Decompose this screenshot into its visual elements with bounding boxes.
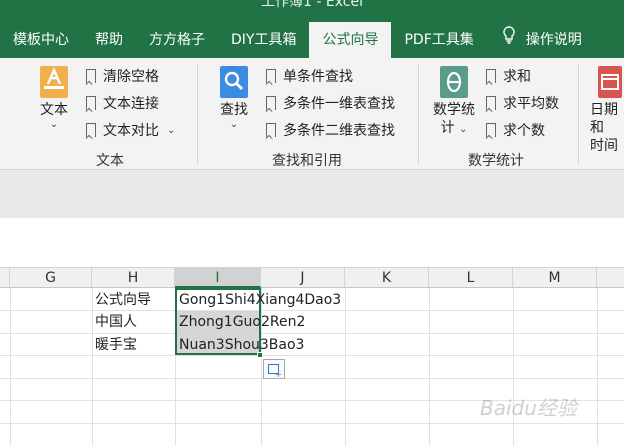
column-header-partial[interactable] xyxy=(597,268,624,288)
chevron-down-icon: ⌄ xyxy=(229,119,239,130)
cell-i-row3[interactable]: Nuan3Shou3Bao3 xyxy=(179,334,304,356)
chevron-down-icon: ⌄ xyxy=(167,124,176,136)
tab-fangfang-gezi[interactable]: 方方格子 xyxy=(136,22,218,58)
lookup-menu-button[interactable]: 查找 ⌄ xyxy=(216,66,252,131)
lookup-button-label: 查找 xyxy=(220,102,248,118)
math-stats-label-line2: 计 xyxy=(440,120,455,136)
theta-icon xyxy=(440,66,468,98)
quick-analysis-icon[interactable] xyxy=(263,359,285,380)
multi-condition-1d-lookup-button[interactable]: 多条件一维表查找 xyxy=(266,93,395,113)
column-header-l[interactable]: L xyxy=(429,268,513,288)
math-stats-menu-button[interactable]: 数学统 计 ⌄ xyxy=(428,66,480,137)
lightbulb-icon xyxy=(500,22,518,58)
bookmark-icon xyxy=(486,123,496,137)
column-header-g[interactable]: G xyxy=(10,268,92,288)
date-time-label-line2: 时间 xyxy=(590,138,618,154)
title-bar: 工作簿1 - Excel 模板中心 帮助 方方格子 DIY工具箱 公式向导 PD… xyxy=(0,0,624,58)
date-time-menu-button[interactable]: 日期和 时间 xyxy=(590,66,624,155)
tab-tell-me[interactable]: 操作说明 xyxy=(487,22,595,58)
row-gridline xyxy=(0,378,624,379)
column-gridline xyxy=(10,288,11,446)
row-gridline xyxy=(0,355,624,356)
column-gridline xyxy=(345,288,346,446)
math-group-label: 数学统计 xyxy=(468,153,524,169)
average-label: 求平均数 xyxy=(503,96,559,112)
column-gridline xyxy=(597,288,598,446)
average-button[interactable]: 求平均数 xyxy=(486,93,559,113)
bookmark-icon xyxy=(86,69,96,83)
count-label: 求个数 xyxy=(503,123,545,139)
tab-diy-toolbox[interactable]: DIY工具箱 xyxy=(218,22,309,58)
lookup-group-label: 查找和引用 xyxy=(272,153,342,169)
text-compare-button[interactable]: 文本对比 ⌄ xyxy=(86,120,175,140)
text-button-label: 文本 xyxy=(40,102,68,118)
column-header-i[interactable]: I xyxy=(175,268,261,288)
cell-i-row2[interactable]: Zhong1Guo2Ren2 xyxy=(179,311,305,333)
bookmark-icon xyxy=(86,123,96,137)
trim-spaces-label: 清除空格 xyxy=(103,69,159,85)
column-header-m[interactable]: M xyxy=(513,268,597,288)
column-gridline xyxy=(429,288,430,446)
trim-spaces-button[interactable]: 清除空格 xyxy=(86,66,159,86)
text-menu-button[interactable]: 文本 ⌄ xyxy=(36,66,72,131)
row-gridline xyxy=(0,333,624,334)
bookmark-icon xyxy=(266,96,276,110)
column-header-j[interactable]: J xyxy=(261,268,345,288)
calendar-icon xyxy=(598,66,622,98)
column-header-h[interactable]: H xyxy=(92,268,175,288)
bookmark-icon xyxy=(266,69,276,83)
tab-formula-wizard[interactable]: 公式向导 xyxy=(309,22,392,58)
column-gridline xyxy=(513,288,514,446)
tab-pdf-tools[interactable]: PDF工具集 xyxy=(391,22,486,58)
chevron-down-icon: ⌄ xyxy=(49,119,59,130)
bookmark-icon xyxy=(486,69,496,83)
text-compare-label: 文本对比 xyxy=(103,123,159,139)
group-divider xyxy=(197,64,198,164)
multi-condition-2d-lookup-button[interactable]: 多条件二维表查找 xyxy=(266,120,395,140)
group-divider xyxy=(418,64,419,164)
text-group-label: 文本 xyxy=(96,153,124,169)
window-title: 工作簿1 - Excel xyxy=(261,0,363,10)
search-icon xyxy=(220,66,248,98)
chevron-down-icon: ⌄ xyxy=(459,124,468,135)
sum-label: 求和 xyxy=(503,69,531,85)
single-condition-lookup-label: 单条件查找 xyxy=(283,69,353,85)
bookmark-icon xyxy=(486,96,496,110)
column-header-k[interactable]: K xyxy=(345,268,429,288)
bookmark-icon xyxy=(266,123,276,137)
bookmark-icon xyxy=(86,96,96,110)
sheet-top-area xyxy=(0,218,624,268)
multi-condition-1d-lookup-label: 多条件一维表查找 xyxy=(283,96,395,112)
sum-button[interactable]: 求和 xyxy=(486,66,531,86)
column-gridline xyxy=(92,288,93,446)
date-time-label-line1: 日期和 xyxy=(590,102,618,136)
math-stats-label-line1: 数学统 xyxy=(433,102,475,118)
cell-h-row1[interactable]: 公式向导 xyxy=(95,289,151,311)
ribbon-tabs: 模板中心 帮助 方方格子 DIY工具箱 公式向导 PDF工具集 操作说明 xyxy=(0,22,595,58)
text-concat-button[interactable]: 文本连接 xyxy=(86,93,159,113)
cell-h-row2[interactable]: 中国人 xyxy=(95,311,137,333)
cell-i-row1[interactable]: Gong1Shi4Xiang4Dao3 xyxy=(179,289,341,311)
text-icon xyxy=(40,66,68,98)
cell-h-row3[interactable]: 暖手宝 xyxy=(95,334,137,356)
row-gridline xyxy=(0,423,624,424)
single-condition-lookup-button[interactable]: 单条件查找 xyxy=(266,66,353,86)
tab-help[interactable]: 帮助 xyxy=(82,22,136,58)
group-divider xyxy=(578,64,579,164)
watermark: Baidu经验 xyxy=(480,396,577,420)
text-concat-label: 文本连接 xyxy=(103,96,159,112)
formula-area xyxy=(0,170,624,218)
tab-template-center[interactable]: 模板中心 xyxy=(0,22,82,58)
ribbon: 文本 ⌄ 清除空格 文本连接 文本对比 ⌄ 文本 查找 ⌄ 单条件查找 多条件一维… xyxy=(0,58,624,170)
multi-condition-2d-lookup-label: 多条件二维表查找 xyxy=(283,123,395,139)
count-button[interactable]: 求个数 xyxy=(486,120,545,140)
tell-me-label: 操作说明 xyxy=(525,32,582,48)
column-header-partial[interactable] xyxy=(0,268,10,288)
